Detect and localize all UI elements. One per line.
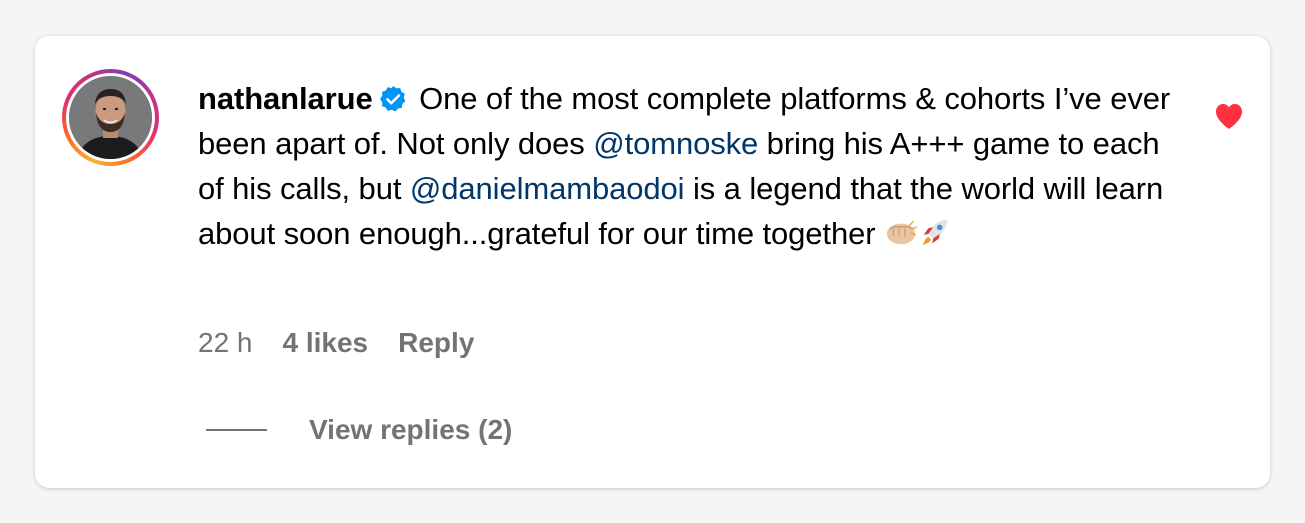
mention-tomnoske[interactable]: @tomnoske — [593, 126, 758, 161]
view-replies-button[interactable]: View replies (2) — [206, 414, 512, 446]
comment-card: nathanlarue One of the most complete pla… — [35, 36, 1270, 488]
comment-meta: 22 h 4 likes Reply — [198, 326, 474, 360]
fist-bump-emoji — [886, 220, 917, 245]
avatar-story-ring[interactable] — [62, 69, 159, 166]
comment-username[interactable]: nathanlarue — [198, 81, 373, 116]
reply-button[interactable]: Reply — [398, 326, 474, 360]
avatar-ring-gap — [66, 73, 155, 162]
replies-divider-line — [206, 429, 267, 431]
avatar[interactable] — [69, 76, 152, 159]
comment-timestamp[interactable]: 22 h — [198, 326, 253, 360]
mention-danielmambaodoi[interactable]: @danielmambaodoi — [410, 171, 685, 206]
comment-body: nathanlarue One of the most complete pla… — [198, 76, 1178, 256]
rocket-emoji — [922, 219, 948, 246]
view-replies-label: View replies (2) — [309, 414, 513, 445]
avatar-photo — [69, 76, 152, 159]
verified-badge-icon — [379, 86, 405, 112]
heart-icon[interactable] — [1213, 100, 1245, 132]
likes-count[interactable]: 4 likes — [283, 326, 369, 360]
